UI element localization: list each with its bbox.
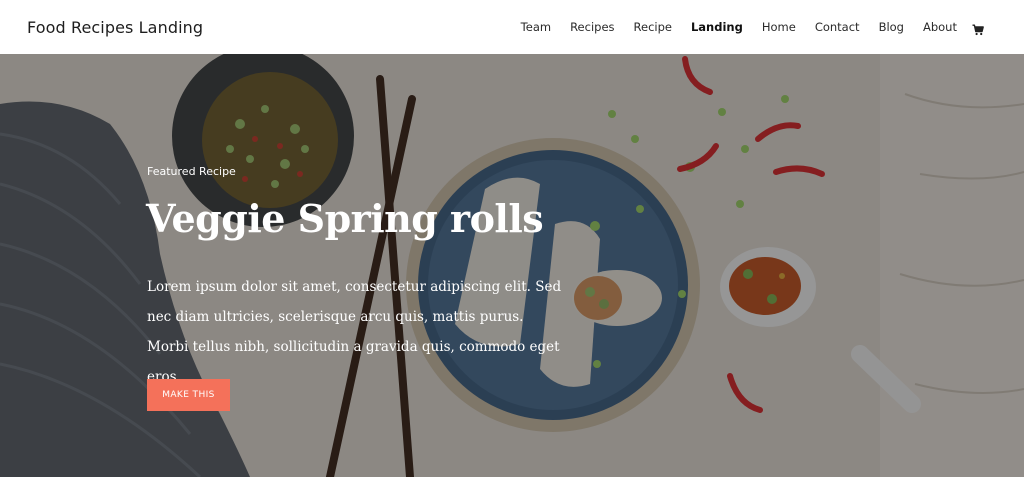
nav-item-recipes[interactable]: Recipes <box>570 20 614 34</box>
nav-item-home[interactable]: Home <box>762 20 796 34</box>
cart-icon[interactable] <box>972 21 984 36</box>
site-title[interactable]: Food Recipes Landing <box>27 18 203 37</box>
hero-section: Featured Recipe Veggie Spring rolls Lore… <box>0 54 1024 477</box>
nav-item-blog[interactable]: Blog <box>879 20 904 34</box>
hero-title: Veggie Spring rolls <box>146 196 544 241</box>
hero-description: Lorem ipsum dolor sit amet, consectetur … <box>147 279 562 385</box>
nav-item-landing[interactable]: Landing <box>691 20 743 34</box>
hero-eyebrow: Featured Recipe <box>147 165 236 178</box>
nav-item-contact[interactable]: Contact <box>815 20 860 34</box>
site-header: Food Recipes Landing Team Recipes Recipe… <box>0 0 1024 54</box>
hero-overlay <box>0 54 1024 477</box>
nav-item-team[interactable]: Team <box>521 20 551 34</box>
nav-item-about[interactable]: About <box>923 20 957 34</box>
main-nav: Team Recipes Recipe Landing Home Contact… <box>502 20 984 36</box>
make-this-button[interactable]: MAKE THIS <box>147 379 230 411</box>
nav-item-recipe[interactable]: Recipe <box>634 20 672 34</box>
